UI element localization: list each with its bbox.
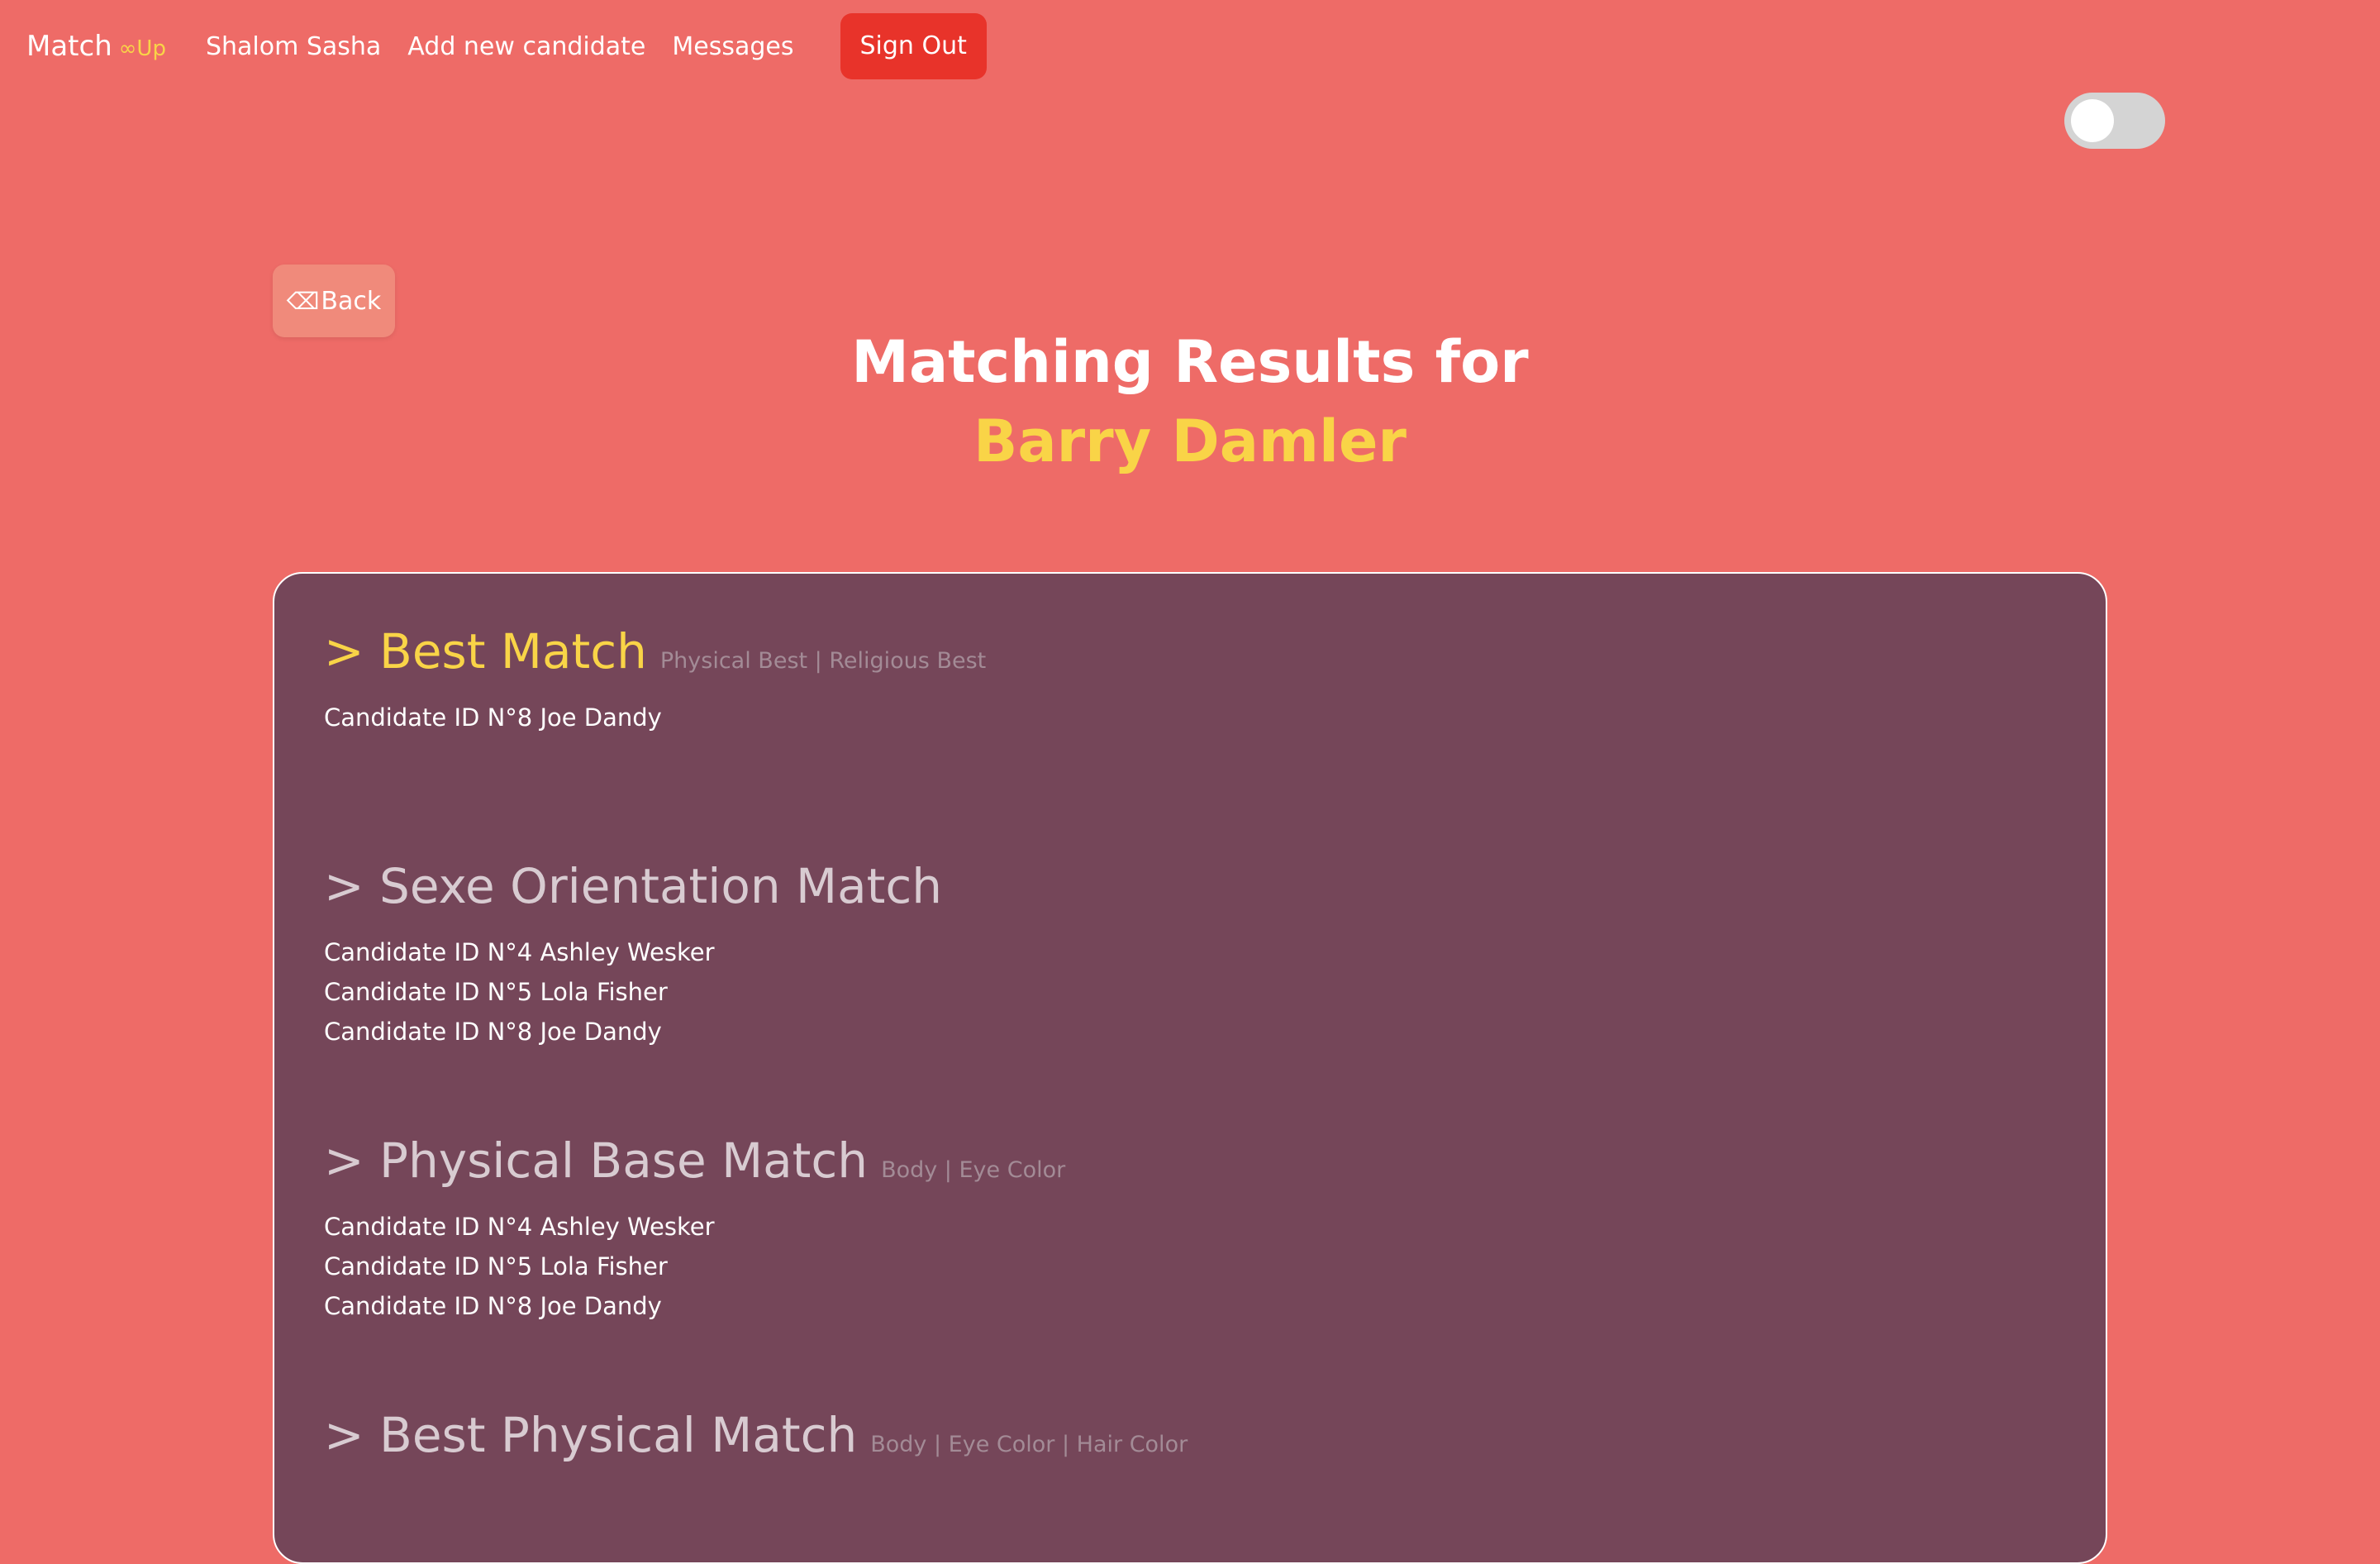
section-best-match: > Best Match Physical Best | Religious B… (324, 623, 986, 737)
section-subtitle: Body | Eye Color | Hair Color (870, 1432, 1188, 1457)
section-physical-base-match: > Physical Base Match Body | Eye Color C… (324, 1132, 1065, 1326)
candidate-list: Candidate ID N°8 Joe Dandy (324, 698, 986, 737)
section-subtitle: Body | Eye Color (881, 1157, 1066, 1183)
section-header: > Physical Base Match Body | Eye Color (324, 1132, 1065, 1189)
page-title: Matching Results for Barry Damler (0, 322, 2380, 481)
theme-toggle[interactable] (2064, 93, 2165, 149)
brand-suffix: ∞Up (118, 36, 166, 61)
candidate-item[interactable]: Candidate ID N°8 Joe Dandy (324, 1012, 942, 1051)
section-title: > Best Match (324, 623, 647, 679)
section-title: > Sexe Orientation Match (324, 858, 943, 914)
brand-logo[interactable]: Match ∞Up (26, 30, 166, 63)
sign-out-button[interactable]: Sign Out (840, 13, 987, 79)
backspace-icon: ⌫ (286, 287, 320, 315)
candidate-item[interactable]: Candidate ID N°8 Joe Dandy (324, 1286, 1065, 1326)
candidate-list: Candidate ID N°4 Ashley Wesker Candidate… (324, 932, 942, 1051)
page-title-line: Matching Results for (851, 328, 1529, 396)
nav-link-add-candidate[interactable]: Add new candidate (407, 32, 645, 61)
candidate-item[interactable]: Candidate ID N°5 Lola Fisher (324, 1247, 1065, 1286)
nav-link-user[interactable]: Shalom Sasha (206, 32, 381, 61)
navbar: Match ∞Up Shalom Sasha Add new candidate… (0, 0, 2380, 93)
results-card: > Best Match Physical Best | Religious B… (273, 572, 2107, 1564)
section-title: > Best Physical Match (324, 1407, 858, 1463)
section-orientation-match: > Sexe Orientation Match Candidate ID N°… (324, 858, 942, 1051)
section-header: > Best Physical Match Body | Eye Color |… (324, 1407, 1188, 1463)
section-header: > Sexe Orientation Match (324, 858, 942, 914)
section-best-physical-match: > Best Physical Match Body | Eye Color |… (324, 1407, 1188, 1463)
section-title: > Physical Base Match (324, 1132, 869, 1189)
toggle-knob (2071, 99, 2114, 142)
candidate-item[interactable]: Candidate ID N°4 Ashley Wesker (324, 932, 942, 972)
back-button-label: Back (321, 286, 382, 316)
candidate-name: Barry Damler (973, 408, 1407, 475)
candidate-list: Candidate ID N°4 Ashley Wesker Candidate… (324, 1207, 1065, 1326)
candidate-item[interactable]: Candidate ID N°8 Joe Dandy (324, 698, 986, 737)
section-subtitle: Physical Best | Religious Best (659, 648, 987, 674)
candidate-item[interactable]: Candidate ID N°5 Lola Fisher (324, 972, 942, 1012)
brand-name: Match (26, 30, 112, 63)
candidate-item[interactable]: Candidate ID N°4 Ashley Wesker (324, 1207, 1065, 1247)
section-header: > Best Match Physical Best | Religious B… (324, 623, 986, 679)
nav-link-messages[interactable]: Messages (672, 32, 793, 61)
